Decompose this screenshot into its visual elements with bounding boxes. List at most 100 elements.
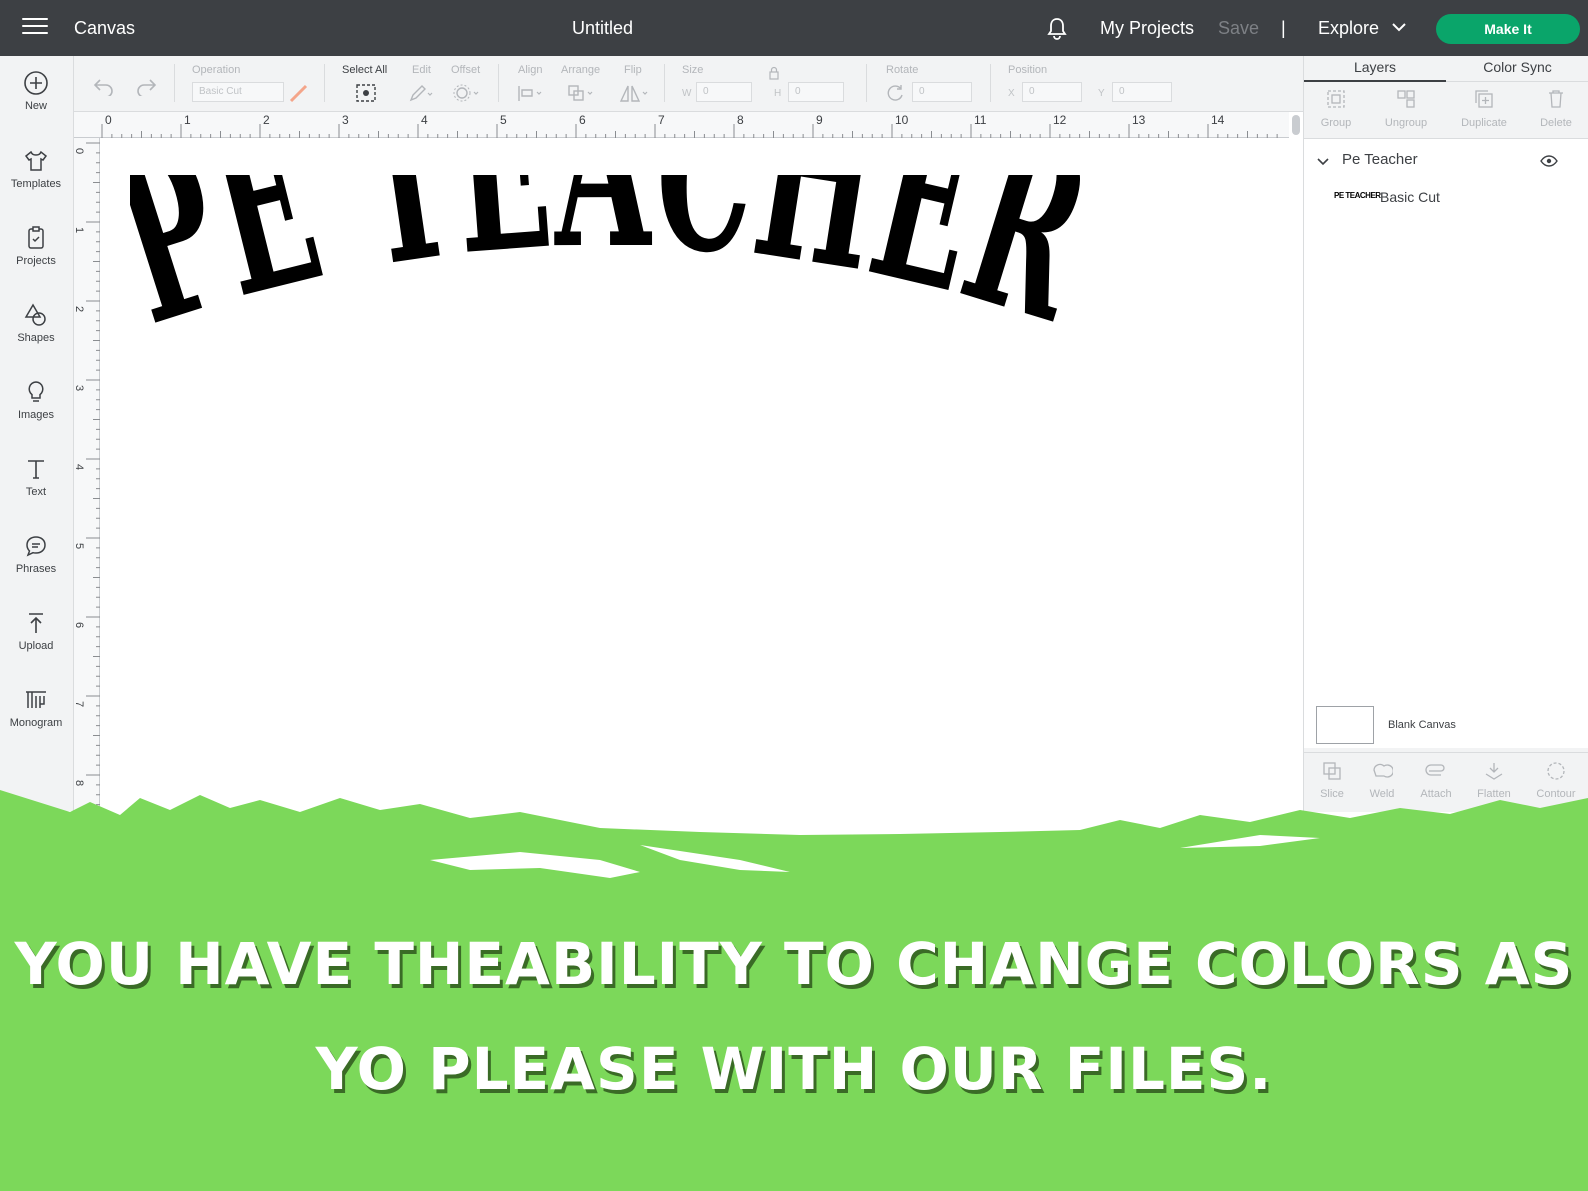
upload-icon [29,613,43,633]
toolbar-divider [866,64,867,102]
redo-icon[interactable] [134,76,158,96]
horizontal-ruler: 0 1 2 3 4 5 6 7 8 9 10 11 12 13 14 [74,112,1292,138]
visibility-eye-icon[interactable] [1540,155,1558,167]
ruler-number: 7 [73,700,86,708]
ungroup-button[interactable]: Ungroup [1376,88,1436,129]
chevron-down-icon[interactable] [1392,21,1406,33]
operation-select[interactable]: Basic Cut [192,82,284,102]
sidebar-label: New [24,100,47,112]
rotate-label: Rotate [886,64,919,76]
y-label: Y [1098,88,1105,99]
select-all-icon[interactable] [355,83,377,103]
layers-panel: Layers Color Sync Group Ungroup Duplicat… [1303,56,1588,812]
ruler-ticks [101,124,1278,138]
flip-label: Flip [624,64,642,76]
ruler-number: 7 [658,113,665,127]
tab-color-sync[interactable]: Color Sync [1446,56,1588,82]
my-projects-link[interactable]: My Projects [1100,18,1194,39]
edit-toolbar: Operation Basic Cut Select All Edit Offs… [74,56,1304,112]
offset-label: Offset [451,64,481,76]
ruler-number: 10 [895,113,909,127]
chevron-down-icon[interactable] [1316,157,1330,167]
undo-icon[interactable] [92,76,116,96]
toolbar-divider [664,64,665,102]
lock-icon[interactable] [768,66,780,80]
duplicate-button[interactable]: Duplicate [1454,88,1514,129]
pen-color-icon[interactable] [288,83,310,103]
align-label: Align [518,64,543,76]
sidebar-label: Projects [16,255,56,267]
ruler-number: 0 [105,113,112,127]
sidebar-label: Images [17,409,55,421]
toolbar-divider [990,64,991,102]
rotate-input[interactable]: 0 [912,82,972,102]
layer-group-name[interactable]: Pe Teacher [1342,151,1418,168]
sidebar-item-phrases[interactable]: Phrases [0,533,72,603]
group-button[interactable]: Group [1306,88,1366,129]
delete-label: Delete [1540,117,1572,129]
toolbar-divider [324,64,325,102]
header-separator: | [1281,18,1286,38]
align-icon[interactable] [516,83,546,103]
sidebar-label: Shapes [17,332,55,344]
clipboard-icon [28,226,44,249]
arrange-label: Arrange [561,64,601,76]
ruler-number: 1 [73,226,86,234]
pe-teacher-artwork[interactable]: PE TEACHER [130,175,1080,445]
y-input[interactable]: 0 [1112,82,1172,102]
delete-button[interactable]: Delete [1526,88,1586,129]
height-input[interactable]: 0 [788,82,844,102]
sidebar-item-shapes[interactable]: Shapes [0,302,72,372]
sidebar-label: Monogram [9,717,63,729]
x-label: X [1008,88,1015,99]
ruler-number: 1 [184,113,191,127]
artwork-text: PE TEACHER [130,175,1080,377]
sidebar-label: Templates [10,178,62,190]
ruler-number: 3 [342,113,349,127]
toolbar-divider [174,64,175,102]
height-label: H [774,88,782,99]
ruler-number: 3 [73,384,86,392]
blank-canvas-swatch[interactable] [1316,706,1374,744]
sidebar-label: Phrases [15,563,57,575]
ruler-number: 6 [579,113,586,127]
arrange-icon[interactable] [566,83,596,103]
flip-icon[interactable] [618,83,650,103]
attach-icon [1425,764,1445,776]
group-label: Group [1320,117,1352,129]
explore-menu[interactable]: Explore [1318,18,1379,39]
edit-pencil-icon[interactable] [408,83,434,103]
offset-icon[interactable] [452,83,482,103]
scrollbar-thumb[interactable] [1292,115,1300,135]
ruler-number: 11 [974,113,987,127]
sidebar-label: Text [25,486,47,498]
shapes-icon [24,303,46,326]
ruler-number: 2 [73,305,86,313]
slice-icon [1323,762,1341,780]
sidebar-item-projects[interactable]: Projects [0,225,72,295]
hamburger-menu-icon[interactable] [22,18,48,38]
bell-icon[interactable] [1046,17,1068,41]
save-button[interactable]: Save [1218,18,1259,39]
sidebar-item-text[interactable]: Text [0,456,72,526]
ruler-number: 5 [500,113,507,127]
edit-label: Edit [412,64,431,76]
sidebar-item-upload[interactable]: Upload [0,610,72,680]
width-input[interactable]: 0 [696,82,752,102]
layer-item-name[interactable]: Basic Cut [1380,189,1440,205]
sidebar-item-templates[interactable]: Templates [0,148,72,218]
canvas-scrollbar[interactable] [1289,112,1303,811]
document-title[interactable]: Untitled [572,18,633,39]
banner-caption-line-1: YOU HAVE THEABILITY TO CHANGE COLORS AS [14,930,1574,998]
make-it-button[interactable]: Make It [1436,14,1580,44]
sidebar-item-images[interactable]: Images [0,379,72,449]
tab-layers[interactable]: Layers [1304,56,1446,82]
rotate-icon[interactable] [884,83,906,103]
sidebar-item-monogram[interactable]: Monogram [0,687,72,757]
x-input[interactable]: 0 [1022,82,1082,102]
ruler-number: 8 [73,779,86,787]
sidebar-item-new[interactable]: New [0,70,72,140]
contour-icon [1547,762,1565,780]
plus-circle-icon [24,71,48,95]
top-bar: Canvas Untitled My Projects Save | Explo… [0,0,1588,56]
